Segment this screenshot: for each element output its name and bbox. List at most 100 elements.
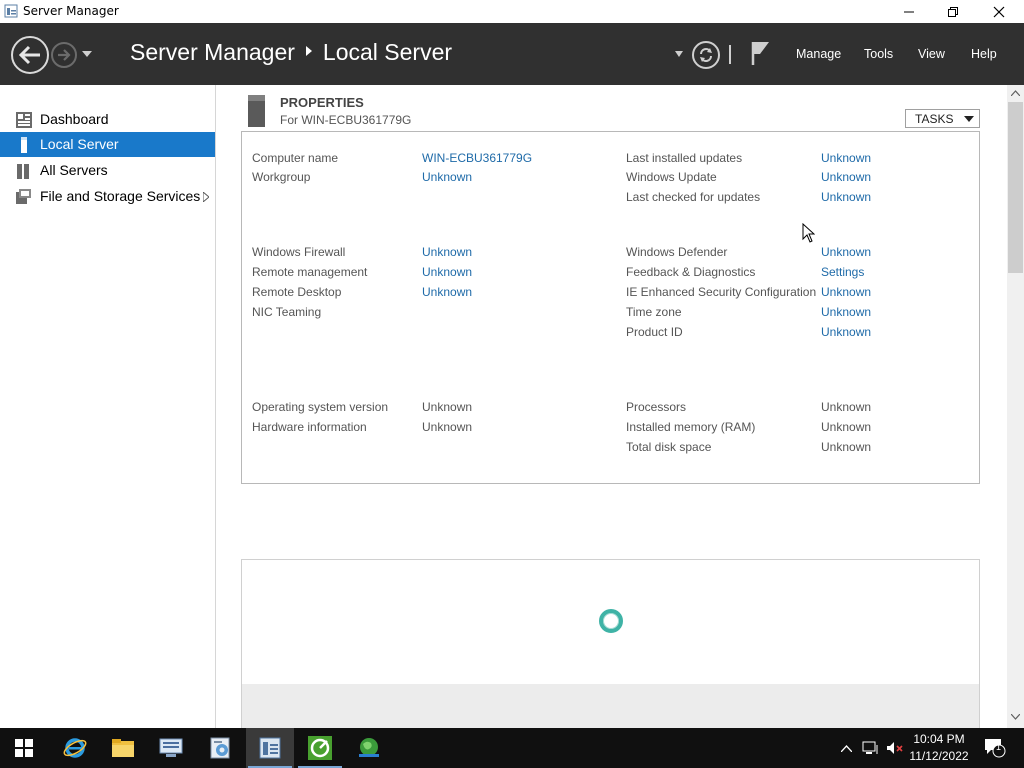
refresh-icon: [700, 48, 712, 62]
network-globe-icon: [359, 738, 379, 757]
breadcrumb-separator-icon: [305, 45, 312, 56]
notifications-flag-icon[interactable]: [751, 40, 771, 66]
start-icon: [15, 739, 33, 757]
sidebar: Dashboard Local Server All Servers File …: [0, 85, 216, 728]
scroll-down-icon[interactable]: [1011, 714, 1020, 720]
taskbar-network-tool[interactable]: [147, 728, 195, 768]
scroll-up-icon[interactable]: [1011, 90, 1020, 96]
sidebar-item-label: All Servers: [40, 162, 108, 178]
taskbar-server-manager[interactable]: [246, 728, 294, 768]
history-dropdown-icon[interactable]: [82, 51, 92, 57]
close-button[interactable]: [976, 0, 1022, 23]
server-icon: [248, 95, 265, 127]
ie-esc-link[interactable]: Unknown: [821, 285, 871, 299]
refresh-dropdown-icon[interactable]: [675, 51, 683, 57]
server-manager-app-icon: [4, 4, 18, 18]
sidebar-item-dashboard[interactable]: Dashboard: [0, 107, 215, 132]
menu-help[interactable]: Help: [971, 47, 997, 61]
internet-explorer-icon: [63, 738, 87, 758]
time-zone-link[interactable]: Unknown: [821, 305, 871, 319]
property-label: Last checked for updates: [626, 190, 761, 204]
last-installed-updates-link[interactable]: Unknown: [821, 151, 871, 165]
sidebar-item-label: Dashboard: [40, 111, 109, 127]
refresh-button[interactable]: [692, 41, 720, 69]
sidebar-item-local-server[interactable]: Local Server: [0, 132, 215, 157]
chevron-up-icon: [840, 744, 852, 752]
back-button[interactable]: [11, 36, 49, 74]
server-manager-window: Server Manager Server Manager Local Serv…: [0, 0, 1024, 768]
property-label: Remote Desktop: [252, 285, 342, 299]
sidebar-item-all-servers[interactable]: All Servers: [0, 158, 215, 183]
property-label: Remote management: [252, 265, 368, 279]
property-label: Windows Defender: [626, 245, 728, 259]
network-tray-button[interactable]: [860, 728, 882, 768]
menu-manage[interactable]: Manage: [796, 47, 841, 61]
taskbar-control-panel[interactable]: [196, 728, 244, 768]
property-label: Total disk space: [626, 440, 712, 454]
minimize-button[interactable]: [886, 0, 932, 23]
mouse-cursor-icon: [802, 223, 815, 243]
network-tool-icon: [159, 738, 183, 757]
taskbar-green-app[interactable]: [296, 728, 344, 768]
control-panel-icon: [210, 737, 230, 759]
property-label: Hardware information: [252, 420, 367, 434]
sidebar-item-file-storage[interactable]: File and Storage Services: [0, 184, 215, 209]
taskbar-network-globe[interactable]: [345, 728, 393, 768]
property-value: Unknown: [422, 420, 473, 434]
remote-management-link[interactable]: Unknown: [422, 265, 472, 279]
property-label: Time zone: [626, 305, 682, 319]
network-tray-icon: [862, 741, 878, 754]
arrow-right-icon: [58, 49, 71, 61]
loading-spinner-icon: [599, 609, 623, 633]
windows-firewall-link[interactable]: Unknown: [422, 245, 472, 259]
main-content: PROPERTIES For WIN-ECBU361779G TASKS Com…: [217, 85, 1007, 728]
windows-defender-link[interactable]: Unknown: [821, 245, 871, 259]
dashboard-icon: [16, 112, 32, 128]
computer-name-link[interactable]: WIN-ECBU361779G: [422, 151, 532, 165]
property-value: Unknown: [422, 400, 473, 414]
tasks-dropdown-button[interactable]: TASKS: [905, 109, 980, 128]
breadcrumb-root[interactable]: Server Manager: [130, 39, 295, 66]
action-center-button[interactable]: 1: [982, 728, 1008, 768]
property-label: Last installed updates: [626, 151, 743, 165]
properties-subtitle: For WIN-ECBU361779G: [280, 113, 412, 127]
taskbar-file-explorer[interactable]: [99, 728, 147, 768]
remote-desktop-link[interactable]: Unknown: [422, 285, 472, 299]
scrollbar-thumb[interactable]: [1008, 102, 1023, 273]
minimize-icon: [904, 11, 914, 12]
property-label: Operating system version: [252, 400, 389, 414]
taskbar: 10:04 PM 11/12/2022 1: [0, 728, 1024, 768]
local-server-icon: [21, 137, 27, 153]
vertical-scrollbar[interactable]: [1007, 85, 1024, 728]
restore-button[interactable]: [930, 0, 976, 23]
property-value: Unknown: [821, 440, 872, 454]
start-button[interactable]: [0, 728, 48, 768]
forward-button[interactable]: [51, 42, 77, 68]
property-label: Windows Firewall: [252, 245, 346, 259]
property-label: Processors: [626, 400, 687, 414]
workgroup-link[interactable]: Unknown: [422, 170, 472, 184]
feedback-diagnostics-link[interactable]: Settings: [821, 265, 864, 279]
menu-tools[interactable]: Tools: [864, 47, 893, 61]
property-value: Unknown: [821, 400, 872, 414]
storage-icon: [16, 189, 31, 204]
title-bar: Server Manager: [0, 0, 1024, 23]
submenu-arrow-icon[interactable]: [203, 192, 209, 202]
property-label: Feedback & Diagnostics: [626, 265, 756, 279]
sidebar-item-label: File and Storage Services: [40, 188, 201, 204]
product-id-link[interactable]: Unknown: [821, 325, 871, 339]
taskbar-internet-explorer[interactable]: [51, 728, 99, 768]
show-hidden-icons-button[interactable]: [838, 728, 854, 768]
property-label: Workgroup: [252, 170, 311, 184]
arrow-left-icon: [19, 45, 40, 65]
properties-panel: Computer name WIN-ECBU361779G Workgroup …: [241, 131, 980, 484]
property-value: Unknown: [821, 420, 872, 434]
property-label: Product ID: [626, 325, 683, 339]
header-bar: Server Manager Local Server Manage Tools…: [0, 23, 1024, 85]
windows-update-link[interactable]: Unknown: [821, 170, 871, 184]
panel-footer: [242, 684, 979, 728]
last-checked-updates-link[interactable]: Unknown: [821, 190, 871, 204]
taskbar-clock[interactable]: 10:04 PM 11/12/2022: [900, 731, 978, 765]
menu-view[interactable]: View: [918, 47, 945, 61]
server-manager-icon: [259, 737, 281, 759]
